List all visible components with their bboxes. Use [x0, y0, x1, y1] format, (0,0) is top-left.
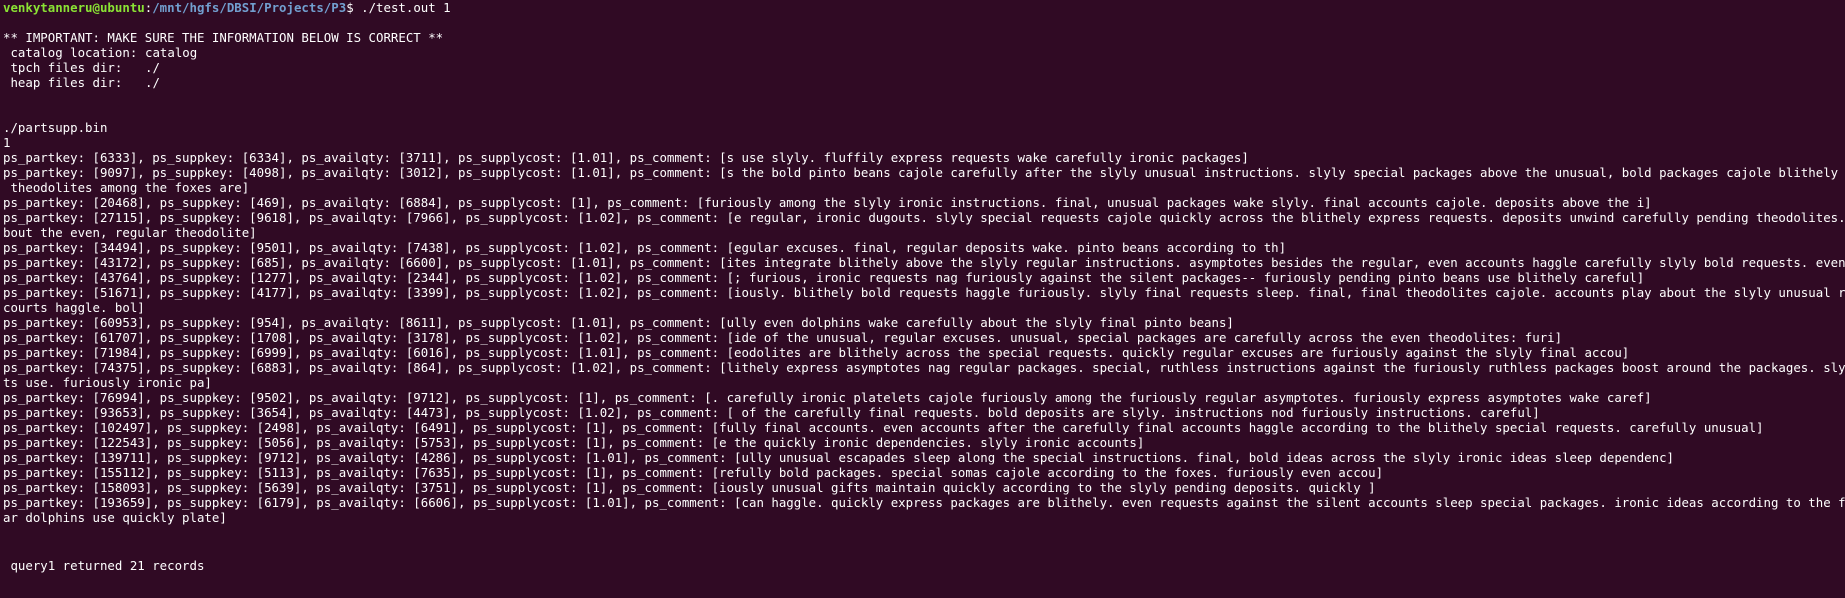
output-line: ps_partkey: [93653], ps_suppkey: [3654],…: [3, 405, 1540, 420]
output-line: ps_partkey: [51671], ps_suppkey: [4177],…: [3, 285, 1845, 300]
important-notice: ** IMPORTANT: MAKE SURE THE INFORMATION …: [3, 30, 444, 45]
output-line: courts haggle. bol]: [3, 300, 145, 315]
prompt-command: ./test.out 1: [361, 0, 451, 15]
output-line: ps_partkey: [43172], ps_suppkey: [685], …: [3, 255, 1845, 270]
output-line: ps_partkey: [74375], ps_suppkey: [6883],…: [3, 360, 1845, 375]
prompt-symbol: $: [346, 0, 362, 15]
output-line: ps_partkey: [71984], ps_suppkey: [6999],…: [3, 345, 1630, 360]
tpch-dir-label: tpch files dir:: [3, 60, 123, 75]
output-line: ps_partkey: [34494], ps_suppkey: [9501],…: [3, 240, 1287, 255]
heap-dir-label: heap files dir:: [3, 75, 123, 90]
output-line: ts use. furiously ironic pa]: [3, 375, 212, 390]
output-line: ps_partkey: [193659], ps_suppkey: [6179]…: [3, 495, 1845, 510]
heap-dir-value: ./: [145, 75, 160, 90]
output-line: ps_partkey: [20468], ps_suppkey: [469], …: [3, 195, 1652, 210]
prompt-user-host: venkytanneru@ubuntu: [3, 0, 145, 15]
prompt-line: venkytanneru@ubuntu:/mnt/hgfs/DBSI/Proje…: [3, 0, 1845, 15]
output-line: ps_partkey: [139711], ps_suppkey: [9712]…: [3, 450, 1674, 465]
tpch-dir-row: tpch files dir: ./: [3, 60, 1845, 75]
catalog-location-value: catalog: [145, 45, 198, 60]
output-line: ps_partkey: [27115], ps_suppkey: [9618],…: [3, 210, 1845, 225]
output-line: ps_partkey: [9097], ps_suppkey: [4098], …: [3, 165, 1845, 180]
output-line: ps_partkey: [155112], ps_suppkey: [5113]…: [3, 465, 1384, 480]
prompt-cwd: /mnt/hgfs/DBSI/Projects/P3: [152, 0, 347, 15]
catalog-location-row: catalog location: catalog: [3, 45, 1845, 60]
catalog-location-label: catalog location:: [3, 45, 138, 60]
output-line: ps_partkey: [61707], ps_suppkey: [1708],…: [3, 330, 1563, 345]
output-line: ps_partkey: [122543], ps_suppkey: [5056]…: [3, 435, 1145, 450]
output-line: ps_partkey: [60953], ps_suppkey: [954], …: [3, 315, 1234, 330]
output-line: theodolites among the foxes are]: [3, 180, 250, 195]
query-summary: query1 returned 21 records: [3, 558, 205, 573]
output-line: bout the even, regular theodolite]: [3, 225, 257, 240]
output-line: ps_partkey: [102497], ps_suppkey: [2498]…: [3, 420, 1764, 435]
file-path-line: ./partsupp.bin: [3, 120, 108, 135]
output-line: ps_partkey: [76994], ps_suppkey: [9502],…: [3, 390, 1652, 405]
output-line: ps_partkey: [158093], ps_suppkey: [5639]…: [3, 480, 1376, 495]
heap-dir-row: heap files dir: ./: [3, 75, 1845, 90]
output-line: ps_partkey: [43764], ps_suppkey: [1277],…: [3, 270, 1645, 285]
query-output: ps_partkey: [6333], ps_suppkey: [6334], …: [3, 150, 1845, 525]
output-line: ar dolphins use quickly plate]: [3, 510, 227, 525]
output-line: ps_partkey: [6333], ps_suppkey: [6334], …: [3, 150, 1249, 165]
terminal-window[interactable]: venkytanneru@ubuntu:/mnt/hgfs/DBSI/Proje…: [0, 0, 1845, 598]
tpch-dir-value: ./: [145, 60, 160, 75]
query-number-line: 1: [3, 135, 11, 150]
